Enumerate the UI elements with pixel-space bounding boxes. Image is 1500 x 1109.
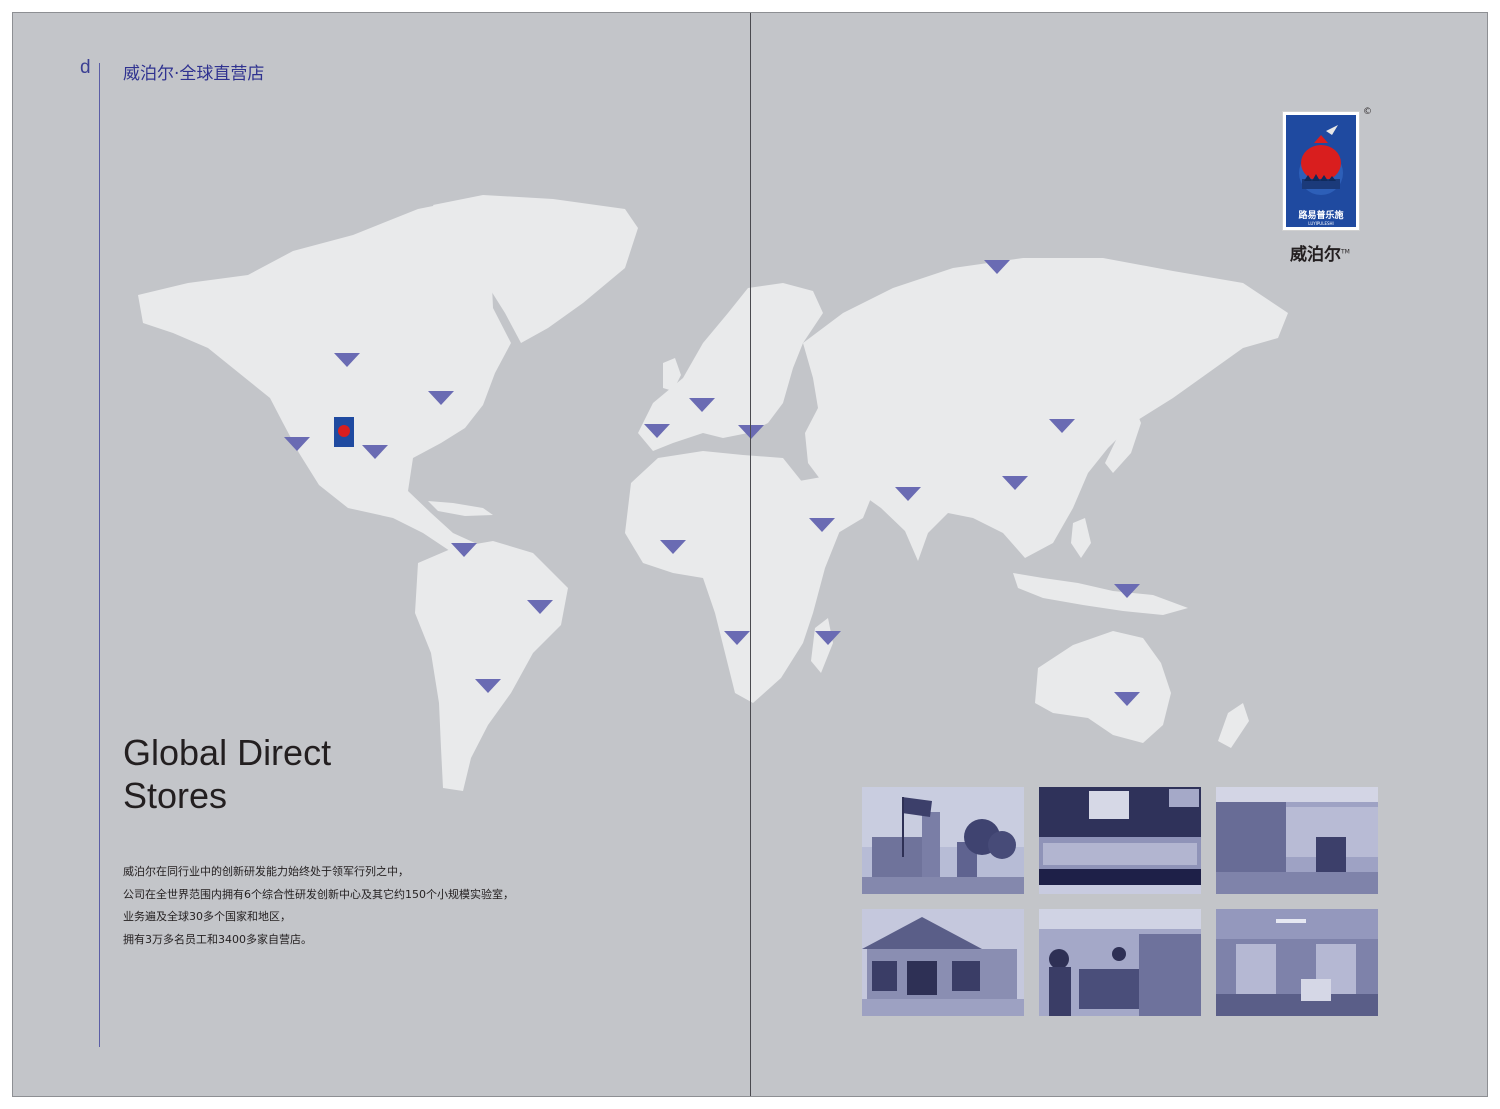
australia-land xyxy=(1035,631,1171,743)
caribbean-land xyxy=(428,501,493,516)
map-logo-marker-icon xyxy=(334,417,354,447)
madagascar-land xyxy=(811,618,833,673)
north-america-land xyxy=(138,201,511,553)
photo-showroom xyxy=(1216,909,1378,1016)
body-paragraph: 威泊尔在同行业中的创新研发能力始终处于领军行列之中， 公司在全世界范围内拥有6个… xyxy=(123,861,514,951)
photo-customers-image xyxy=(1039,909,1201,1016)
store-photo-grid xyxy=(862,787,1380,1018)
brand-logo: 路易普乐施 LUYIPULESHI xyxy=(1282,111,1360,231)
logo-label: 路易普乐施 xyxy=(1298,211,1344,221)
page-heading: Global Direct Stores xyxy=(123,731,331,817)
brand-name-text: 威泊尔 xyxy=(1290,245,1341,265)
page-letter: d xyxy=(80,57,91,78)
body-line-1: 威泊尔在同行业中的创新研发能力始终处于领军行列之中， xyxy=(123,865,409,878)
logo-sublabel: LUYIPULESHI xyxy=(1308,221,1334,226)
photo-showroom-image xyxy=(1216,909,1378,1016)
page-gutter xyxy=(750,13,751,1096)
body-line-4: 拥有3万多名员工和3400多家自营店。 xyxy=(123,932,312,946)
section-title: 威泊尔·全球直营店 xyxy=(123,64,265,84)
photo-building-flags xyxy=(862,787,1024,894)
new-zealand-land xyxy=(1218,703,1249,748)
trademark-mark: TM xyxy=(1341,248,1350,256)
photo-store-interior-customers xyxy=(1039,909,1201,1016)
photo-building-flags-image xyxy=(862,787,1024,894)
south-america-land xyxy=(415,541,568,791)
heading-line-1: Global Direct xyxy=(123,732,332,773)
brochure-spread: d 威泊尔·全球直营店 Global Direct Stores 威泊尔在同行业… xyxy=(12,12,1488,1097)
photo-storefront-image xyxy=(1039,787,1201,894)
copyright-mark: © xyxy=(1363,107,1372,117)
logo-panel: 路易普乐施 LUYIPULESHI xyxy=(1286,115,1356,227)
photo-interior-image xyxy=(1216,787,1378,894)
photo-sherwin-williams-storefront xyxy=(1039,787,1201,894)
map-landmasses xyxy=(138,195,1288,791)
brand-name: 威泊尔TM xyxy=(1290,240,1350,265)
body-line-3: 业务遍及全球30多个国家和地区， xyxy=(123,910,291,923)
body-line-2: 公司在全世界范围内拥有6个综合性研发创新中心及其它约150个小规模实验室， xyxy=(123,887,514,901)
photo-store-exterior xyxy=(862,909,1024,1016)
margin-rule xyxy=(99,63,100,1047)
philippines-land xyxy=(1071,518,1091,558)
asia-land xyxy=(803,258,1288,561)
photo-exterior-image xyxy=(862,909,1024,1016)
globe-balloon-icon xyxy=(1299,125,1343,195)
indonesia-land xyxy=(1013,573,1188,615)
heading-line-2: Stores xyxy=(123,775,228,816)
photo-store-interior-staff xyxy=(1216,787,1378,894)
